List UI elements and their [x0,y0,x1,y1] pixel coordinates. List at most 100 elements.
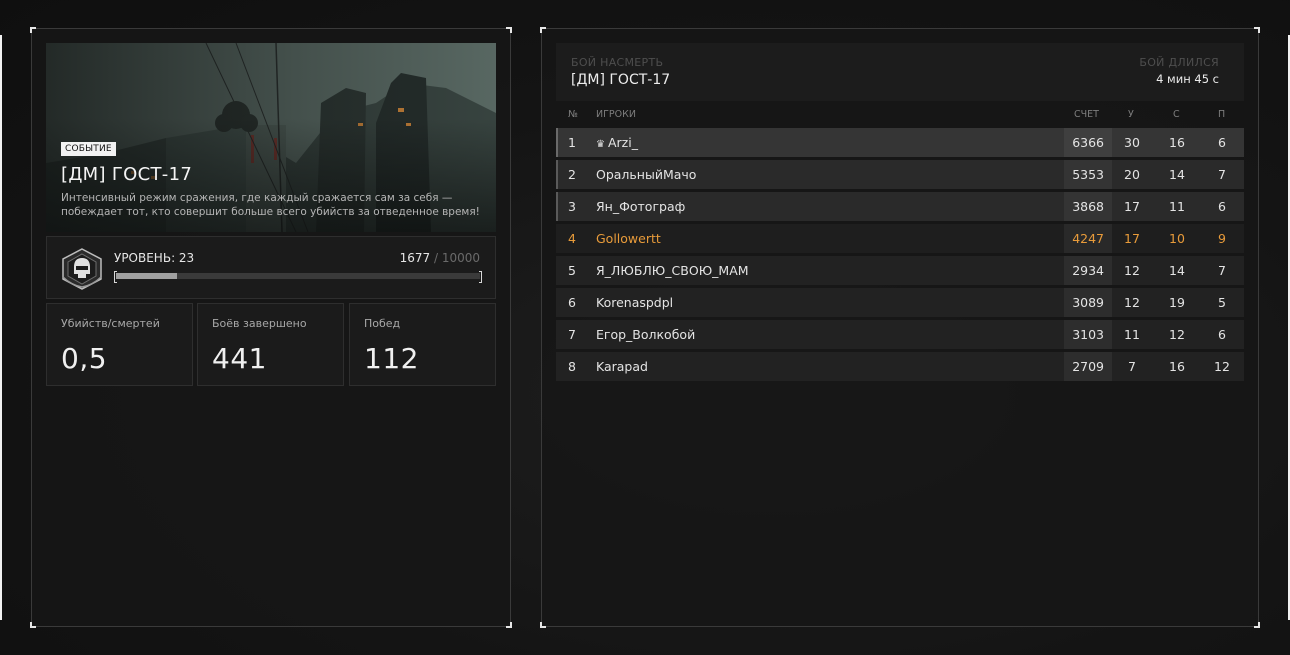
stat-matches-completed: Боёв завершено 441 [197,303,344,386]
row-kills: 7 [1128,359,1136,374]
row-player-name: ♛ Arzi_ [596,135,638,150]
event-info-panel: СОБЫТИЕ [ДМ] ГОСТ-17 Интенсивный режим с… [30,27,512,628]
row-rank: 2 [568,167,576,182]
event-banner: СОБЫТИЕ [ДМ] ГОСТ-17 Интенсивный режим с… [46,43,496,232]
xp-separator: / [433,251,438,265]
row-deaths: 14 [1169,167,1185,182]
row-player-name: Gollowertt [596,231,661,246]
xp-counter: 1677 / 10000 [400,251,480,265]
row-score: 2709 [1072,359,1104,374]
corner-mark [30,622,36,628]
row-player-name: Я_ЛЮБЛЮ_СВОЮ_МАМ [596,263,749,278]
corner-mark [540,27,546,33]
row-rank: 8 [568,359,576,374]
level-label: УРОВЕНЬ: 23 [114,251,195,265]
row-score: 4247 [1072,231,1104,246]
row-score: 3089 [1072,295,1104,310]
scoreboard-row-current-player[interactable]: 4 Gollowertt 4247 17 10 9 [556,224,1244,253]
row-score: 2934 [1072,263,1104,278]
row-deaths: 19 [1169,295,1185,310]
stat-wins: Побед 112 [349,303,496,386]
match-duration-label: БОЙ ДЛИЛСЯ [1139,56,1219,69]
row-kills: 17 [1124,199,1140,214]
row-assists: 7 [1218,167,1226,182]
row-assists: 6 [1218,199,1226,214]
row-deaths: 12 [1169,327,1185,342]
row-rank: 1 [568,135,576,150]
stat-label: Убийств/смертей [61,317,160,330]
match-header: БОЙ НАСМЕРТЬ [ДМ] ГОСТ-17 БОЙ ДЛИЛСЯ 4 м… [556,43,1244,101]
scoreboard-row[interactable]: 1 ♛ Arzi_ 6366 30 16 6 [556,128,1244,157]
row-rank: 7 [568,327,576,342]
scoreboard-row[interactable]: 5 Я_ЛЮБЛЮ_СВОЮ_МАМ 2934 12 14 7 [556,256,1244,285]
row-rank: 4 [568,231,576,246]
row-score: 6366 [1072,135,1104,150]
corner-mark [506,622,512,628]
row-kills: 20 [1124,167,1140,182]
stat-value: 112 [364,342,419,375]
row-kills: 12 [1124,295,1140,310]
col-header-p: П [1218,109,1226,120]
row-player-name: Karapad [596,359,648,374]
xp-progress-bar [114,271,482,283]
match-duration: 4 мин 45 с [1156,72,1219,86]
corner-mark [540,622,546,628]
row-score: 5353 [1072,167,1104,182]
scoreboard-header: № ИГРОКИ СЧЕТ У С П [556,104,1244,126]
stat-kd: Убийств/смертей 0,5 [46,303,193,386]
stat-value: 441 [212,342,267,375]
scoreboard-row[interactable]: 7 Егор_Волкобой 3103 11 12 6 [556,320,1244,349]
xp-current: 1677 [399,251,431,265]
col-header-score: СЧЕТ [1074,109,1099,120]
scoreboard-row[interactable]: 8 Karapad 2709 7 16 12 [556,352,1244,381]
row-assists: 7 [1218,263,1226,278]
row-player-name: Егор_Волкобой [596,327,696,342]
corner-mark [1254,27,1260,33]
skull-helmet-emblem-icon [62,248,102,290]
stat-value: 0,5 [61,342,108,375]
match-results-panel: БОЙ НАСМЕРТЬ [ДМ] ГОСТ-17 БОЙ ДЛИЛСЯ 4 м… [540,27,1260,628]
row-assists: 9 [1218,231,1226,246]
row-deaths: 16 [1169,359,1185,374]
event-description: Интенсивный режим сражения, где каждый с… [61,192,480,218]
row-rank: 5 [568,263,576,278]
row-deaths: 14 [1169,263,1185,278]
event-title: [ДМ] ГОСТ-17 [61,164,193,185]
row-deaths: 16 [1169,135,1185,150]
xp-fill [116,273,177,279]
event-badge: СОБЫТИЕ [61,142,116,156]
scoreboard-row[interactable]: 3 Ян_Фотограф 3868 17 11 6 [556,192,1244,221]
col-header-u: У [1128,109,1134,120]
level-progress-box: УРОВЕНЬ: 23 1677 / 10000 [46,236,496,299]
row-player-name: ОральныйМачо [596,167,697,182]
col-header-players: ИГРОКИ [596,109,636,120]
row-kills: 17 [1124,231,1140,246]
row-kills: 30 [1124,135,1140,150]
xp-max: 10000 [441,251,480,265]
row-assists: 6 [1218,135,1226,150]
row-kills: 12 [1124,263,1140,278]
corner-mark [506,27,512,33]
row-score: 3868 [1072,199,1104,214]
scoreboard-row[interactable]: 6 Korenaspdpl 3089 12 19 5 [556,288,1244,317]
row-player-name: Ян_Фотограф [596,199,686,214]
row-kills: 11 [1124,327,1140,342]
row-player-name: Korenaspdpl [596,295,674,310]
row-deaths: 11 [1169,199,1185,214]
row-rank: 3 [568,199,576,214]
match-map-name: [ДМ] ГОСТ-17 [571,72,671,88]
corner-mark [30,27,36,33]
stat-label: Боёв завершено [212,317,307,330]
row-score: 3103 [1072,327,1104,342]
col-header-num: № [568,109,578,120]
stat-label: Побед [364,317,401,330]
left-edge-line [0,35,2,620]
row-assists: 6 [1218,327,1226,342]
crown-icon: ♛ [596,139,605,150]
row-assists: 12 [1214,359,1230,374]
player-name-text: Arzi_ [607,135,638,150]
scoreboard-row[interactable]: 2 ОральныйМачо 5353 20 14 7 [556,160,1244,189]
match-mode-label: БОЙ НАСМЕРТЬ [571,56,664,69]
row-rank: 6 [568,295,576,310]
col-header-s: С [1173,109,1180,120]
